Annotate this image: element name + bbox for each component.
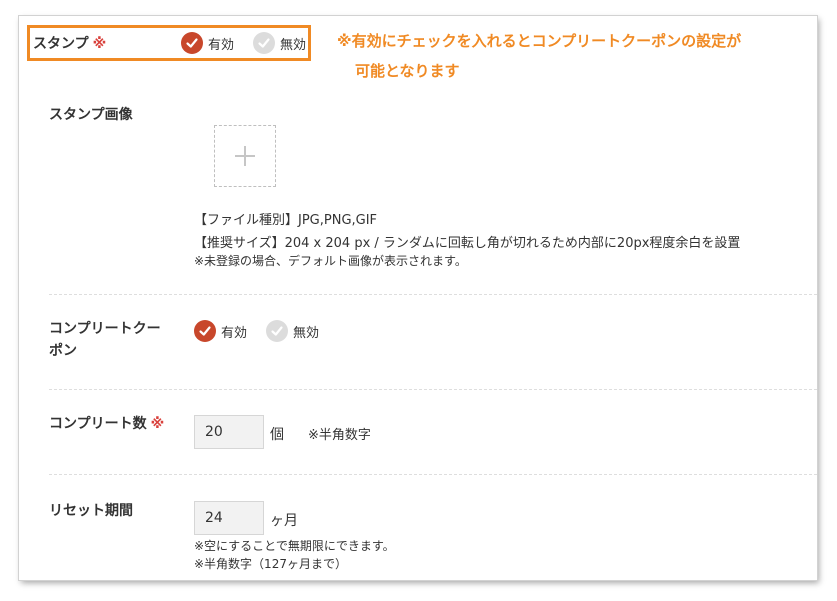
divider	[49, 294, 817, 295]
complete-coupon-label: コンプリートクー ポン	[49, 318, 161, 362]
callout-line-2: 可能となります	[355, 62, 460, 80]
required-mark: ※	[150, 416, 165, 432]
check-icon	[194, 320, 216, 342]
stamp-label: スタンプ ※	[33, 33, 106, 53]
complete-count-label: コンプリート数 ※	[49, 413, 164, 435]
plus-icon	[235, 146, 255, 166]
settings-panel: スタンプ ※ 有効 無効 ※有効にチェックを入れるとコンプリートクーポンの設定が …	[19, 16, 817, 580]
complete-count-input[interactable]	[194, 415, 264, 449]
stamp-image-label: スタンプ画像	[49, 107, 133, 123]
check-icon	[253, 32, 275, 54]
complete-count-unit: 個	[270, 427, 284, 443]
check-icon	[266, 320, 288, 342]
coupon-disabled-label: 無効	[293, 325, 320, 341]
callout-annotation: ※有効にチェックを入れるとコンプリートクーポンの設定が 可能となります	[337, 26, 807, 86]
check-icon	[181, 32, 203, 54]
stamp-enabled-label: 有効	[208, 37, 235, 53]
complete-count-label-text: コンプリート数	[49, 416, 147, 432]
stamp-label-text: スタンプ	[33, 36, 89, 52]
file-type-note: 【ファイル種別】JPG,PNG,GIF	[194, 213, 378, 228]
coupon-enabled-radio[interactable]: 有効	[194, 320, 247, 342]
divider	[49, 474, 817, 475]
stamp-disabled-label: 無効	[280, 37, 307, 53]
reset-period-note-unlimited: ※空にすることで無期限にできます。	[194, 539, 395, 553]
reset-period-unit: ヶ月	[270, 513, 298, 529]
required-mark: ※	[92, 36, 107, 52]
coupon-disabled-radio[interactable]: 無効	[266, 320, 319, 342]
reset-period-label: リセット期間	[49, 503, 133, 519]
image-upload-button[interactable]	[214, 125, 276, 187]
callout-line-1: ※有効にチェックを入れるとコンプリートクーポンの設定が	[337, 32, 742, 50]
stamp-disabled-radio[interactable]: 無効	[253, 32, 306, 54]
complete-coupon-label-line1: コンプリートクー	[49, 321, 161, 337]
default-image-note: ※未登録の場合、デフォルト画像が表示されます。	[194, 254, 467, 268]
reset-period-note-range: ※半角数字（127ヶ月まで）	[194, 557, 347, 571]
divider	[49, 389, 817, 390]
complete-coupon-label-line2: ポン	[49, 343, 77, 359]
reset-period-input[interactable]	[194, 501, 264, 535]
stamp-enabled-radio[interactable]: 有効	[181, 32, 234, 54]
complete-count-hint: ※半角数字	[308, 428, 371, 443]
recommended-size-note: 【推奨サイズ】204 x 204 px / ランダムに回転し角が切れるため内部に…	[194, 236, 741, 251]
coupon-enabled-label: 有効	[221, 325, 248, 341]
